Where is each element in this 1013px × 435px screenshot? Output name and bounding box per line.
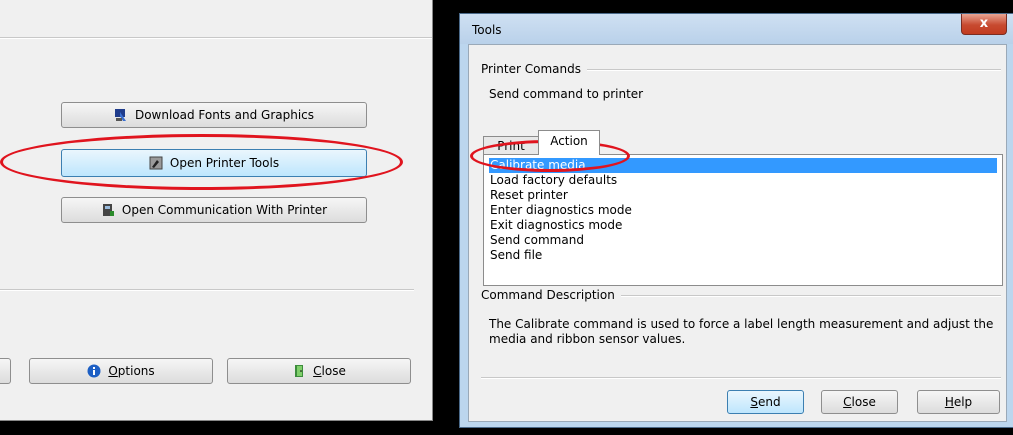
printer-commands-label: Printer Comands [481, 62, 587, 76]
command-list[interactable]: Calibrate media Load factory defaults Re… [483, 154, 1003, 286]
close-button[interactable]: Close [227, 358, 411, 384]
dialog-title: Tools [472, 23, 502, 37]
download-fonts-label: Download Fonts and Graphics [134, 108, 315, 122]
download-fonts-icon [114, 108, 128, 122]
bottom-divider [0, 289, 414, 291]
options-button[interactable]: Options [29, 358, 213, 384]
list-item[interactable]: Reset printer [490, 188, 568, 203]
open-communication-label: Open Communication With Printer [121, 203, 328, 217]
button-row-divider [481, 377, 1001, 379]
tools-dialog: Tools x Printer Comands Send command to … [459, 13, 1013, 428]
help-button[interactable]: Help [917, 390, 1000, 414]
options-label: ptions [117, 364, 155, 378]
title-bar[interactable]: Tools x [460, 14, 1013, 44]
open-communication-button[interactable]: Open Communication With Printer [61, 197, 367, 223]
list-item[interactable]: Load factory defaults [490, 173, 617, 188]
list-item[interactable]: Send file [490, 248, 542, 263]
tab-action[interactable]: Action [538, 130, 600, 155]
command-description-label: Command Description [481, 288, 621, 302]
door-exit-icon [292, 364, 306, 378]
options-mnemonic: O [108, 364, 118, 378]
close-label: lose [321, 364, 346, 378]
list-item[interactable]: Enter diagnostics mode [490, 203, 632, 218]
dialog-close-button[interactable]: Close [821, 390, 898, 414]
send-label: end [758, 395, 781, 409]
instruction-text: Send command to printer [489, 87, 644, 101]
close-mnemonic: C [313, 364, 322, 378]
partial-button[interactable] [0, 358, 11, 384]
command-description-text: The Calibrate command is used to force a… [489, 317, 994, 346]
info-icon [87, 364, 101, 378]
dialog-close-mnemonic: C [843, 395, 852, 409]
download-fonts-button[interactable]: Download Fonts and Graphics [61, 102, 367, 128]
help-mnemonic: H [944, 395, 954, 409]
dialog-client-area: Printer Comands Send command to printer … [468, 44, 1007, 422]
list-item[interactable]: Send command [490, 233, 584, 248]
send-button[interactable]: Send [727, 390, 804, 414]
annotation-ellipse-left [0, 134, 403, 190]
list-item[interactable]: Exit diagnostics mode [490, 218, 622, 233]
top-divider [0, 37, 432, 39]
dialog-close-label: lose [851, 395, 876, 409]
close-icon[interactable]: x [961, 14, 1007, 35]
send-mnemonic: S [750, 395, 758, 409]
communication-icon [101, 203, 115, 217]
help-label: elp [953, 395, 973, 409]
main-window: Download Fonts and Graphics Open Printer… [0, 0, 433, 421]
